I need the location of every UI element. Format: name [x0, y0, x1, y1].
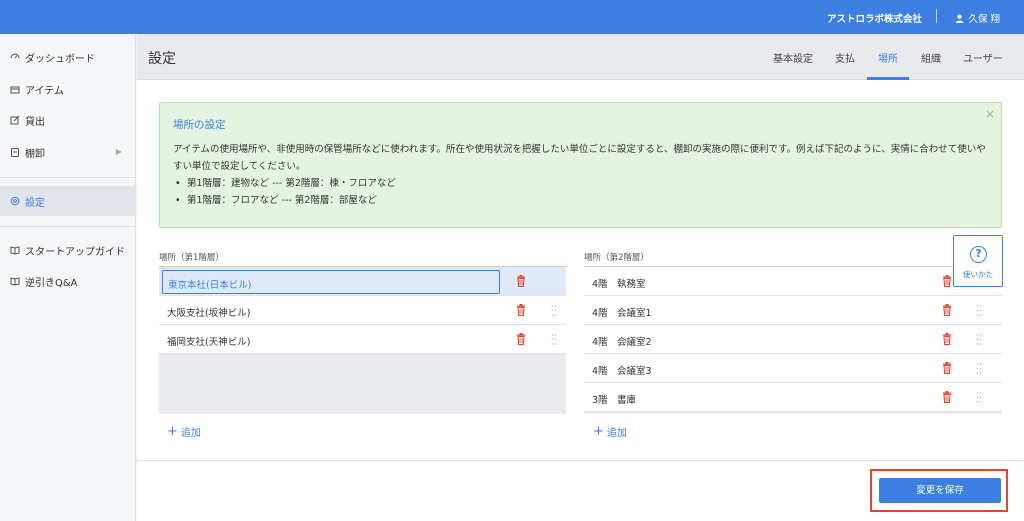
divider	[0, 226, 136, 227]
top-bar: アストロラボ株式会社 久保 翔	[0, 0, 1024, 34]
sidebar-item-label: スタートアップガイド	[25, 246, 125, 258]
list-item[interactable]: 東京本社(日本ビル)	[159, 267, 566, 296]
info-bullets: 第1階層：建物など --- 第2階層：棟・フロアなど 第1階層：フロアなど --…	[173, 175, 988, 209]
location-name-input[interactable]: 東京本社(日本ビル)	[162, 270, 500, 294]
tab-basic-settings[interactable]: 基本設定	[773, 50, 813, 65]
trash-icon[interactable]	[942, 362, 952, 374]
info-box: × 場所の設定 アイテムの使用場所や、非使用時の保管場所などに使われます。所在や…	[159, 102, 1002, 228]
list-item[interactable]: 4階 執務室	[584, 267, 1002, 296]
sidebar-item-dashboard[interactable]: ダッシュボード	[0, 42, 136, 72]
sidebar: ダッシュボード アイテム 貸出 棚卸 ▶ 設定 スタートアップガイド 逆引きQ&…	[0, 34, 136, 521]
book-icon	[10, 245, 20, 255]
location-name: 4階 会議室3	[592, 366, 652, 377]
divider	[137, 460, 1024, 461]
location-name: 東京本社(日本ビル)	[168, 280, 252, 291]
add-label: 追加	[180, 428, 201, 439]
sidebar-item-label: 逆引きQ&A	[25, 277, 78, 289]
trash-icon[interactable]	[516, 333, 526, 345]
sidebar-item-label: 設定	[25, 197, 45, 209]
drag-handle-icon[interactable]	[551, 304, 557, 317]
level1-list: 東京本社(日本ビル) 大阪支社(坂神ビル) 福岡支社(天神ビル)	[159, 266, 566, 414]
location-name: 福岡支社(天神ビル)	[167, 337, 251, 348]
sidebar-item-lending[interactable]: 貸出	[0, 105, 136, 135]
drag-handle-icon[interactable]	[976, 304, 982, 317]
user-icon	[956, 14, 964, 23]
trash-icon[interactable]	[942, 391, 952, 403]
close-icon[interactable]: ×	[985, 107, 995, 121]
chevron-right-icon: ▶	[115, 147, 122, 156]
list-item[interactable]: 4階 会議室3	[584, 354, 1002, 383]
add-level2-button[interactable]: + 追加	[593, 423, 627, 440]
tab-locations[interactable]: 場所	[878, 50, 898, 65]
sidebar-item-startup-guide[interactable]: スタートアップガイド	[0, 235, 136, 265]
box-icon	[10, 84, 20, 94]
question-icon: ?	[970, 246, 987, 263]
list-item[interactable]: 福岡支社(天神ビル)	[159, 325, 566, 354]
drag-handle-icon[interactable]	[976, 333, 982, 346]
drag-handle-icon[interactable]	[551, 333, 557, 346]
location-name: 大阪支社(坂神ビル)	[167, 308, 251, 319]
info-body: アイテムの使用場所や、非使用時の保管場所などに使われます。所在や使用状況を把握し…	[173, 141, 988, 209]
trash-icon[interactable]	[516, 275, 526, 287]
location-name: 3階 書庫	[592, 395, 637, 406]
info-bullet: 第1階層：フロアなど --- 第2階層：部屋など	[173, 192, 988, 209]
location-name: 4階 会議室1	[592, 308, 652, 319]
sidebar-item-inventory[interactable]: 棚卸 ▶	[0, 137, 136, 167]
help-label: 使いかた	[963, 270, 993, 279]
info-title: 場所の設定	[173, 119, 226, 131]
page-title: 設定	[148, 51, 176, 67]
user-name: 久保 翔	[968, 14, 1000, 25]
plus-icon: +	[167, 423, 178, 439]
tab-payment[interactable]: 支払	[835, 50, 855, 65]
add-label: 追加	[606, 428, 627, 439]
sidebar-item-label: アイテム	[25, 85, 64, 97]
level2-list: 4階 執務室 4階 会議室1 4階 会議室2 4階 会議室3 3階 書庫	[584, 266, 1002, 414]
trash-icon[interactable]	[942, 304, 952, 316]
plus-icon: +	[593, 423, 604, 439]
company-name: アストロラボ株式会社	[826, 14, 922, 25]
sidebar-item-label: 貸出	[25, 116, 45, 128]
list-item[interactable]: 4階 会議室2	[584, 325, 1002, 354]
location-name: 4階 執務室	[592, 279, 646, 290]
list-item[interactable]: 3階 書庫	[584, 383, 1002, 412]
drag-handle-icon[interactable]	[976, 362, 982, 375]
info-text: アイテムの使用場所や、非使用時の保管場所などに使われます。所在や使用状況を把握し…	[173, 144, 986, 172]
save-button[interactable]: 変更を保存	[879, 478, 1001, 503]
trash-icon[interactable]	[516, 304, 526, 316]
help-button[interactable]: ? 使いかた	[953, 235, 1003, 287]
sidebar-item-qa[interactable]: 逆引きQ&A	[0, 266, 136, 296]
export-icon	[10, 115, 20, 125]
sidebar-item-label: ダッシュボード	[25, 53, 95, 65]
location-name: 4階 会議室2	[592, 337, 652, 348]
dashboard-icon	[10, 52, 20, 62]
clipboard-icon	[10, 147, 20, 157]
level2-label: 場所（第2階層）	[584, 253, 649, 263]
list-item[interactable]: 4階 会議室1	[584, 296, 1002, 325]
list-item[interactable]: 大阪支社(坂神ビル)	[159, 296, 566, 325]
save-highlight-box: 変更を保存	[870, 469, 1008, 512]
trash-icon[interactable]	[942, 333, 952, 345]
book-icon	[10, 276, 20, 286]
drag-handle-icon[interactable]	[976, 391, 982, 404]
page-header: 設定 基本設定 支払 場所 組織 ユーザー	[137, 34, 1024, 80]
add-level1-button[interactable]: + 追加	[167, 423, 201, 440]
level1-label: 場所（第1階層）	[159, 253, 224, 263]
user-menu[interactable]: 久保 翔	[955, 11, 1000, 25]
divider	[0, 177, 136, 178]
tab-organization[interactable]: 組織	[921, 50, 941, 65]
sidebar-item-label: 棚卸	[25, 148, 45, 160]
settings-icon	[10, 196, 20, 206]
main-content: × 場所の設定 アイテムの使用場所や、非使用時の保管場所などに使われます。所在や…	[137, 80, 1024, 521]
trash-icon[interactable]	[942, 275, 952, 287]
sidebar-item-items[interactable]: アイテム	[0, 74, 136, 104]
sidebar-item-settings[interactable]: 設定	[0, 186, 136, 216]
divider	[936, 9, 937, 23]
info-bullet: 第1階層：建物など --- 第2階層：棟・フロアなど	[173, 175, 988, 192]
tab-users[interactable]: ユーザー	[963, 50, 1003, 65]
